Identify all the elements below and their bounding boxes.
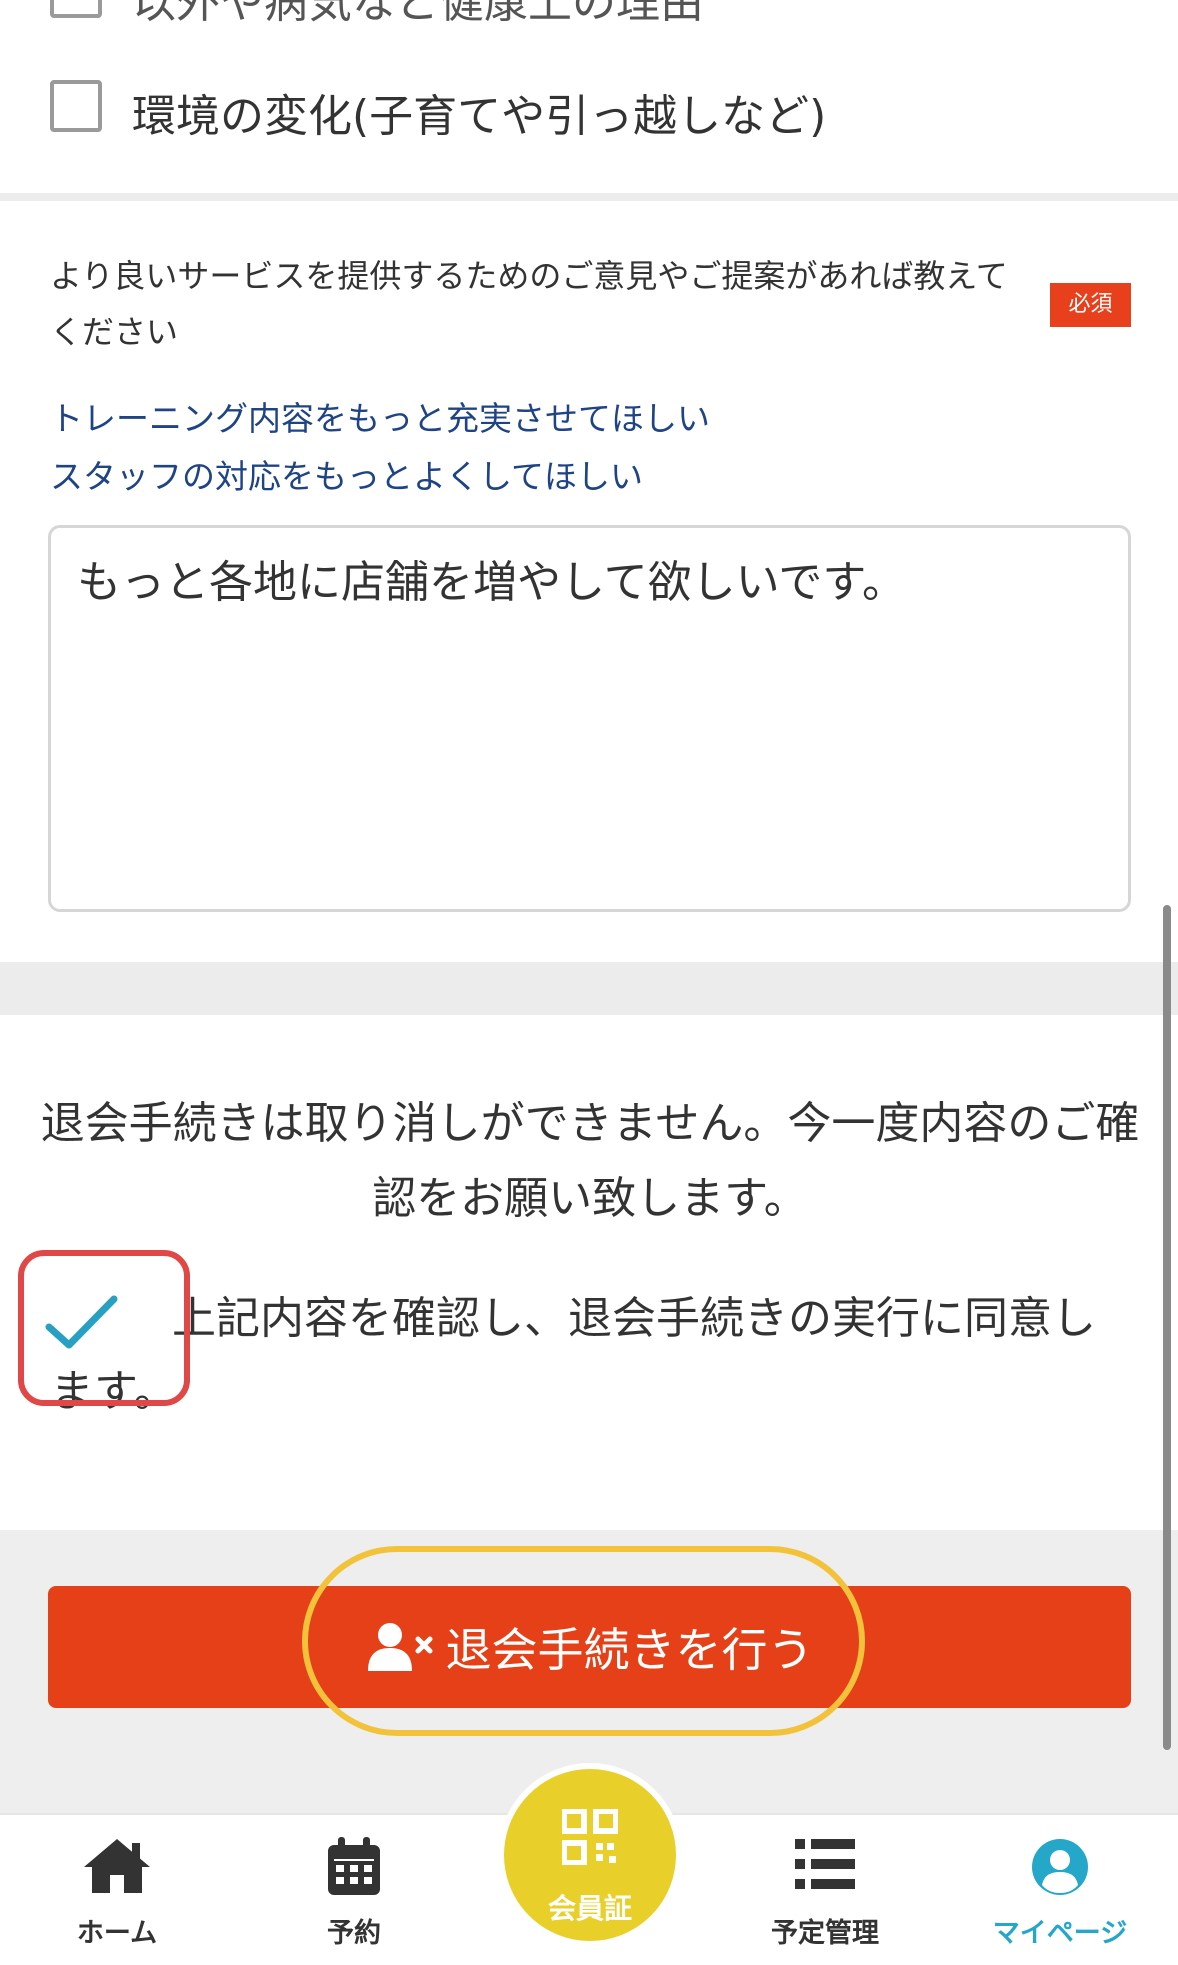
section-divider-2: [0, 962, 1178, 1015]
highlight-checkbox-annotation: [18, 1250, 190, 1406]
checkbox-environment[interactable]: [50, 80, 102, 132]
scrollbar[interactable]: [1163, 905, 1171, 1750]
nav-reservation-label: 予約: [327, 1918, 381, 1949]
nav-home[interactable]: ホーム: [22, 1815, 212, 1965]
feedback-question: より良いサービスを提供するためのご意見やご提案があれば教えてください: [50, 257, 1008, 351]
list-icon: [795, 1839, 855, 1889]
nav-mypage-label: マイページ: [992, 1918, 1128, 1949]
required-badge: 必須: [1050, 283, 1131, 327]
nav-schedule[interactable]: 予定管理: [730, 1815, 920, 1965]
agree-label: 上記内容を確認し、退会手続きの実行に同意します。: [50, 1293, 1096, 1417]
home-icon: [84, 1839, 150, 1893]
nav-membership-card[interactable]: 会員証: [498, 1763, 682, 1947]
suggestion-staff[interactable]: スタッフの対応をもっとよくしてほしい: [50, 450, 643, 498]
user-circle-icon: [1032, 1839, 1088, 1895]
suggestion-training[interactable]: トレーニング内容をもっと充実させてほしい: [50, 392, 710, 440]
checkbox-environment-label: 環境の変化(子育てや引っ越しなど): [132, 91, 827, 142]
withdraw-notice: 退会手続きは取り消しができません。今一度内容のご確認をお願い致します。: [40, 1098, 1140, 1224]
checkbox-health[interactable]: [50, 0, 102, 18]
nav-home-label: ホーム: [76, 1918, 158, 1949]
nav-membership-label: 会員証: [547, 1892, 632, 1925]
calendar-icon: [328, 1837, 380, 1895]
nav-reservation[interactable]: 予約: [259, 1815, 449, 1965]
qr-code-icon: [562, 1809, 618, 1865]
nav-mypage[interactable]: マイページ: [965, 1815, 1155, 1965]
checkbox-health-label: 以外や病気など健康上の理由: [132, 0, 704, 28]
highlight-button-annotation: [302, 1546, 865, 1736]
section-divider: [0, 193, 1178, 201]
feedback-textarea[interactable]: もっと各地に店舗を増やして欲しいです。: [48, 525, 1131, 912]
nav-schedule-label: 予定管理: [771, 1918, 879, 1949]
